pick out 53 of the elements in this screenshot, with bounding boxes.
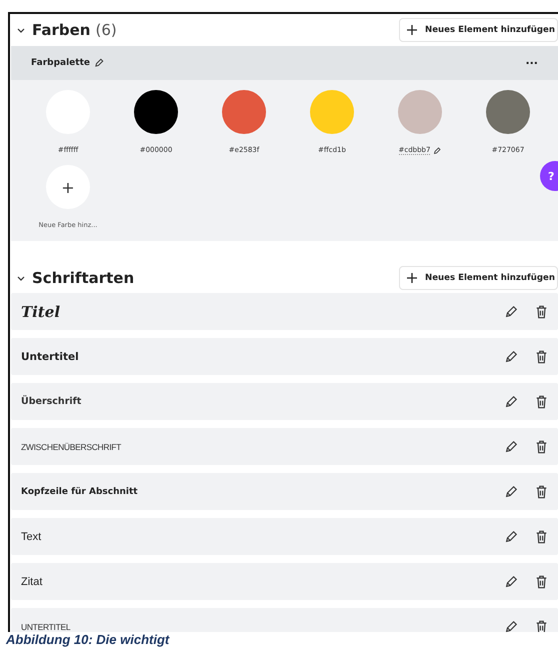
color-swatch[interactable] (222, 90, 266, 134)
chevron-icon[interactable] (17, 276, 25, 280)
pencil-icon[interactable] (504, 620, 518, 632)
section-title: Schriftarten (32, 269, 134, 287)
pencil-icon[interactable] (504, 574, 518, 588)
chevron-icon[interactable] (17, 28, 25, 32)
trash-icon[interactable] (535, 484, 548, 498)
section-title: Farben (32, 21, 90, 39)
help-button[interactable]: ? (540, 161, 558, 191)
font-row[interactable]: UNTERTITEL (11, 608, 558, 632)
pencil-icon[interactable] (433, 146, 442, 154)
pencil-icon[interactable] (94, 58, 104, 68)
font-style-name: ZWISCHENÜBERSCHRIFT (21, 442, 122, 452)
trash-icon[interactable] (535, 574, 548, 588)
pencil-icon[interactable] (504, 304, 518, 318)
pencil-icon[interactable] (504, 394, 518, 408)
pencil-icon[interactable] (504, 484, 518, 498)
font-row[interactable]: ZWISCHENÜBERSCHRIFT (11, 428, 558, 465)
pencil-icon[interactable] (504, 350, 518, 364)
font-row[interactable]: Titel (11, 293, 558, 330)
figure-caption: Abbildung 10: Die wichtigt (4, 632, 171, 648)
trash-icon[interactable] (535, 620, 548, 632)
color-swatch[interactable] (310, 90, 354, 134)
font-style-name: Text (21, 530, 42, 542)
trash-icon[interactable] (535, 350, 548, 364)
font-row[interactable]: Untertitel (11, 338, 558, 375)
trash-icon[interactable] (535, 440, 548, 454)
palette-name: Farbpalette (31, 58, 90, 68)
font-style-name: Zitat (21, 576, 42, 588)
add-color-button[interactable]: + (46, 165, 90, 209)
font-row[interactable]: Überschrift (11, 383, 558, 420)
plus-icon (406, 24, 418, 36)
font-row[interactable]: Zitat (11, 563, 558, 600)
trash-icon[interactable] (535, 530, 548, 544)
add-element-button[interactable]: Neues Element hinzufügen (399, 18, 558, 42)
plus-icon (406, 272, 418, 284)
trash-icon[interactable] (535, 304, 548, 318)
color-swatch[interactable] (398, 90, 442, 134)
font-row[interactable]: Text (11, 518, 558, 555)
trash-icon[interactable] (535, 394, 548, 408)
section-count: (6) (95, 21, 117, 39)
add-element-button[interactable]: Neues Element hinzufügen (399, 266, 558, 290)
pencil-icon[interactable] (504, 440, 518, 454)
pencil-icon[interactable] (504, 530, 518, 544)
font-style-name: Kopfzeile für Abschnitt (21, 486, 138, 496)
font-style-name: Titel (21, 302, 60, 320)
more-options-button[interactable]: ... (525, 57, 538, 69)
font-style-name: UNTERTITEL (21, 622, 70, 632)
color-swatch[interactable] (486, 90, 530, 134)
font-style-name: Untertitel (21, 350, 79, 362)
font-style-name: Überschrift (21, 396, 82, 407)
font-row[interactable]: Kopfzeile für Abschnitt (11, 473, 558, 510)
color-swatch[interactable] (134, 90, 178, 134)
